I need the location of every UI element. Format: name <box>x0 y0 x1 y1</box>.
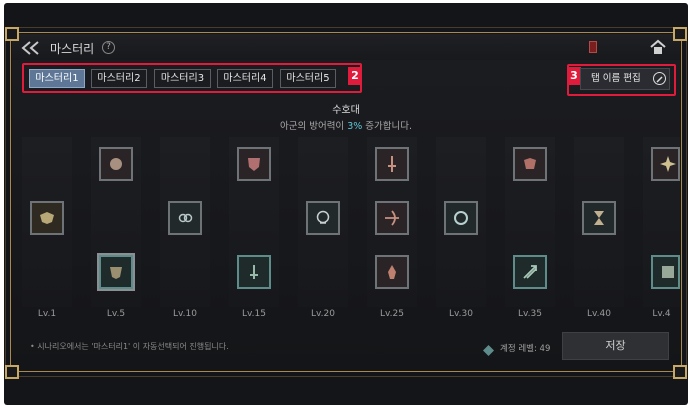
tab-mastery-5[interactable]: 마스터리5 <box>280 69 336 88</box>
level-label: Lv.25 <box>380 309 404 319</box>
skill-description: 아군의 방어력이 3% 증가합니다. <box>279 121 413 132</box>
account-level: 계정 레벨: 49 <box>500 344 551 354</box>
level-label: Lv.40 <box>587 309 611 319</box>
skill-node-skull[interactable] <box>306 201 340 235</box>
tab-mastery-1[interactable]: 마스터리1 <box>29 69 85 88</box>
callout-badge-3: 3 <box>567 67 581 85</box>
level-label: Lv.20 <box>311 309 335 319</box>
level-label: Lv.15 <box>242 309 266 319</box>
skill-node-partial[interactable] <box>651 255 680 289</box>
skill-node-beast[interactable] <box>513 147 547 181</box>
skill-node-arrows[interactable] <box>513 255 547 289</box>
edit-tab-name-button[interactable]: 탭 이름 편집 <box>580 68 670 90</box>
level-label: Lv.10 <box>173 309 197 319</box>
level-label: Lv.1 <box>37 309 57 319</box>
skill-node-shield-wing[interactable] <box>30 201 64 235</box>
frame-corner <box>5 27 19 41</box>
level-label: Lv.5 <box>106 309 126 319</box>
account-level-icon <box>483 341 494 356</box>
skill-node-crossbow[interactable] <box>375 201 409 235</box>
edit-tab-name-label: 탭 이름 편집 <box>591 73 641 84</box>
level-label: Lv.4 <box>652 309 671 319</box>
skill-node-sword[interactable] <box>375 147 409 181</box>
skill-node-ring[interactable] <box>444 201 478 235</box>
pencil-icon <box>653 72 666 85</box>
home-icon[interactable] <box>650 39 666 55</box>
frame-corner <box>673 365 687 379</box>
skill-node-sword-emblem[interactable] <box>237 255 271 289</box>
skill-node-flame[interactable] <box>375 255 409 289</box>
skill-node-sigil[interactable] <box>168 201 202 235</box>
skill-node-hourglass[interactable] <box>582 201 616 235</box>
tab-mastery-2[interactable]: 마스터리2 <box>91 69 147 88</box>
skill-node-helm[interactable] <box>99 147 133 181</box>
flag-icon[interactable] <box>589 41 597 53</box>
tab-mastery-4[interactable]: 마스터리4 <box>217 69 273 88</box>
skill-node-guardian[interactable] <box>99 255 133 289</box>
skill-node-crest[interactable] <box>237 147 271 181</box>
frame-corner <box>673 27 687 41</box>
back-icon[interactable] <box>20 40 46 56</box>
help-icon[interactable]: ? <box>102 41 115 54</box>
page-title: 마스터리 <box>50 42 95 56</box>
callout-badge-2: 2 <box>348 67 362 85</box>
level-label: Lv.30 <box>449 309 473 319</box>
tab-mastery-3[interactable]: 마스터리3 <box>154 69 211 88</box>
level-label: Lv.35 <box>518 309 542 319</box>
scenario-note: • 시나리오에서는 '마스터리1' 이 자동선택되어 진행됩니다. <box>30 342 229 351</box>
skill-name: 수호대 <box>332 105 360 116</box>
frame-corner <box>5 365 19 379</box>
skill-node-burst[interactable] <box>651 147 680 181</box>
save-button[interactable]: 저장 <box>562 332 669 360</box>
